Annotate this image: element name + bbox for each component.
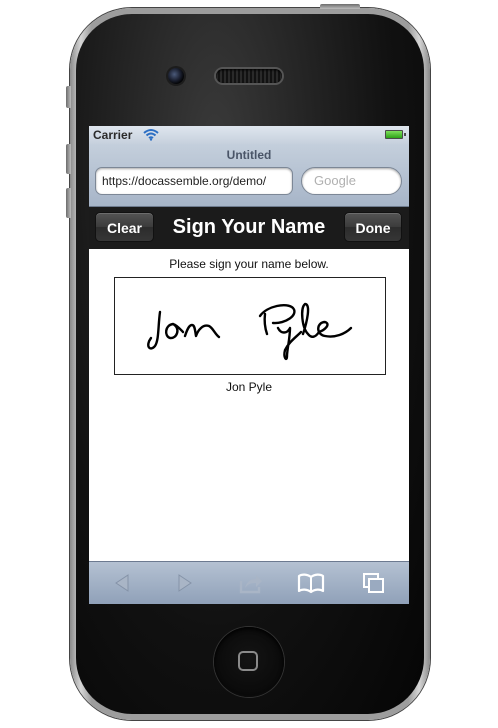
browser-chrome: Untitled https://docassemble.org/demo/ G… (89, 144, 409, 207)
earpiece-speaker (216, 69, 282, 83)
home-icon (238, 651, 258, 671)
status-bar: Carrier (89, 126, 409, 144)
mute-switch (66, 86, 71, 108)
volume-down-button (66, 188, 71, 218)
instructions-text: Please sign your name below. (169, 257, 329, 271)
carrier-label: Carrier (93, 128, 133, 142)
browser-toolbar (89, 561, 409, 604)
clear-button[interactable]: Clear (95, 212, 154, 242)
power-button (320, 4, 360, 9)
phone-screen: Carrier Untitled https://docassemble.org… (89, 126, 409, 604)
nav-title: Sign Your Name (172, 216, 326, 238)
navigation-bar: Clear Sign Your Name Done (89, 207, 409, 249)
signature-pad[interactable] (114, 277, 386, 375)
signature-drawing (147, 302, 353, 361)
tabs-icon[interactable] (359, 569, 389, 597)
forward-icon[interactable] (170, 569, 200, 597)
bookmarks-icon[interactable] (296, 569, 326, 597)
volume-up-button (66, 144, 71, 174)
home-button[interactable] (214, 627, 284, 697)
front-camera (168, 68, 184, 84)
done-button[interactable]: Done (344, 212, 402, 242)
page-title: Untitled (226, 148, 272, 162)
url-field[interactable]: https://docassemble.org/demo/ (95, 167, 293, 195)
back-icon[interactable] (107, 569, 137, 597)
share-icon[interactable] (235, 569, 265, 597)
page-content: Please sign your name below. Jon Pyle (89, 249, 409, 561)
wifi-icon (143, 129, 159, 141)
battery-icon (385, 130, 406, 139)
search-input[interactable]: Google (301, 167, 402, 195)
signature-name: Jon Pyle (225, 380, 273, 394)
